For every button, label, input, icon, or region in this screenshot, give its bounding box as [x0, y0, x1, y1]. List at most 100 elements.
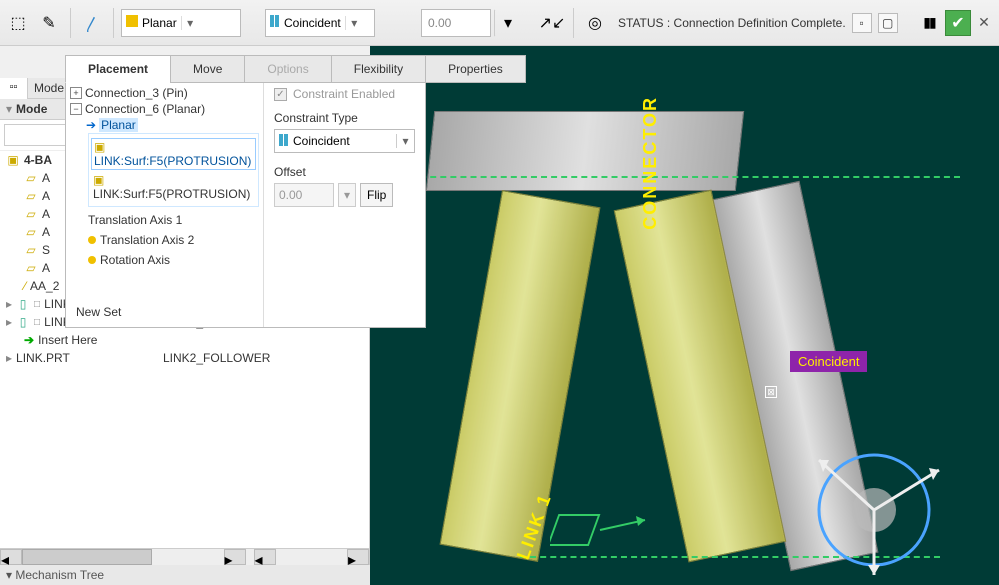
tree-tools-icon[interactable]: ▫▫ [0, 78, 28, 99]
collapse-icon[interactable]: − [70, 103, 82, 115]
3d-viewport[interactable]: CONNECTOR LINK 1 Coincident ⊠ [370, 46, 999, 585]
constraint-type-select[interactable]: Coincident ▾ [274, 129, 415, 153]
trans1-row[interactable]: Translation Axis 1 [88, 213, 259, 227]
link2-follower-label: LINK2_FOLLOWER [163, 351, 363, 365]
model-header-label: Mode [16, 102, 47, 116]
insert-arrow-icon: ➔ [24, 333, 34, 347]
status-text: STATUS : Connection Definition Complete. [618, 16, 846, 30]
checkbox-icon: ✓ [274, 88, 287, 101]
surf-icon: ▣ [93, 173, 104, 187]
new-set-button[interactable]: New Set [76, 305, 121, 319]
reference-list: ▣ LINK:Surf:F5(PROTRUSION) ▣ LINK:Surf:F… [88, 133, 259, 207]
root-label: 4-BA [24, 153, 52, 167]
trans2-row[interactable]: Translation Axis 2 [88, 233, 259, 247]
arrow-right-icon: ➔ [86, 118, 96, 132]
tab-move[interactable]: Move [170, 55, 245, 83]
datum-icon: ▱ [24, 261, 38, 275]
viewport-connector-label: CONNECTOR [640, 96, 661, 230]
constraint-type-dropdown[interactable]: Coincident ▾ [265, 9, 375, 37]
offset-dd-icon[interactable]: ▾ [494, 9, 522, 37]
tab-options: Options [244, 55, 331, 83]
scroll-left-icon-2[interactable]: ◂ [254, 549, 276, 565]
offset-value-input [274, 183, 334, 207]
tree-item-link2[interactable]: ▸ LINK.PRT LINK2_FOLLOWER [0, 349, 369, 367]
scroll-right-icon[interactable]: ▸ [224, 549, 246, 565]
rot-label: Rotation Axis [100, 253, 170, 267]
offset-heading: Offset [274, 165, 415, 179]
datum-icon: ▱ [24, 171, 38, 185]
datum-label: A [42, 171, 50, 185]
datum-icon: ▱ [24, 225, 38, 239]
datum-label: A [42, 261, 50, 275]
surf-icon: ▣ [94, 140, 105, 154]
pause-button[interactable]: ▮▮ [915, 9, 943, 37]
coincident-tag-text: Coincident [798, 354, 859, 369]
datum-label: A [42, 207, 50, 221]
status-panel-icon[interactable]: ▢ [878, 13, 898, 33]
constraint-type-value: Coincident [293, 134, 350, 148]
conn6-row[interactable]: − Connection_6 (Planar) [70, 101, 259, 117]
coincident-tag: Coincident [790, 351, 867, 372]
trans1-label: Translation Axis 1 [88, 213, 182, 227]
offset-input[interactable] [421, 9, 491, 37]
tab-properties[interactable]: Properties [425, 55, 526, 83]
rot-row[interactable]: Rotation Axis [88, 253, 259, 267]
aa2-left: AA_2 [30, 279, 59, 293]
collapse-icon: ▾ [6, 568, 12, 582]
mechanism-tree-header[interactable]: ▾ Mechanism Tree [0, 564, 370, 585]
datum-label: A [42, 225, 50, 239]
tree-hscroll[interactable]: ◂ ▸ ◂ ▸ [0, 548, 369, 565]
constraint-enabled-label: Constraint Enabled [293, 87, 395, 101]
status-bar: STATUS : Connection Definition Complete.… [612, 13, 912, 33]
tool-sketch-icon[interactable]: ✎ [35, 9, 63, 37]
tree-item-insert[interactable]: ➔ Insert Here [0, 331, 369, 349]
chevron-down-icon: ▾ [338, 183, 356, 207]
conn3-label: Connection_3 (Pin) [85, 86, 188, 100]
constraint-type-heading: Constraint Type [274, 111, 415, 125]
tool-record-icon[interactable]: ⬚ [4, 9, 32, 37]
dot-icon [88, 256, 96, 264]
surf-ref-2[interactable]: ▣ LINK:Surf:F5(PROTRUSION) [91, 172, 256, 202]
rotation-gizmo[interactable] [789, 430, 959, 580]
linkprt-label-3: LINK.PRT [16, 351, 70, 365]
expand-icon[interactable]: + [70, 87, 82, 99]
planar-label: Planar [99, 118, 138, 132]
planar-icon [126, 15, 138, 30]
surf2-label: LINK:Surf:F5(PROTRUSION) [93, 187, 250, 201]
flip-orientation-icon[interactable]: ↗↙ [538, 9, 566, 37]
tab-flexibility[interactable]: Flexibility [331, 55, 426, 83]
new-set-label: New Set [76, 305, 121, 319]
chevron-down-icon: ▾ [396, 134, 414, 148]
conn3-row[interactable]: + Connection_3 (Pin) [70, 85, 259, 101]
insert-here-label: Insert Here [38, 333, 97, 347]
main-toolbar: ⬚ ✎ 〳 Planar ▾ Coincident ▾ ▾ ↗↙ ◎ STATU… [0, 0, 999, 46]
coincident-icon [279, 134, 289, 149]
surf-ref-1[interactable]: ▣ LINK:Surf:F5(PROTRUSION) [91, 138, 256, 170]
conn6-label: Connection_6 (Planar) [85, 102, 205, 116]
constraint-set-dropdown[interactable]: Planar ▾ [121, 9, 241, 37]
scroll-right-icon-2[interactable]: ▸ [347, 549, 369, 565]
lock-marker-icon: ⊠ [765, 386, 777, 398]
flip-button[interactable]: Flip [360, 183, 393, 207]
ok-button[interactable]: ✔ [945, 10, 971, 36]
constraint-enabled-checkbox: ✓ Constraint Enabled [274, 87, 415, 101]
tool-graph-icon[interactable]: 〳 [78, 9, 106, 37]
trans2-label: Translation Axis 2 [100, 233, 194, 247]
datum-icon: ▱ [24, 207, 38, 221]
status-window-icon[interactable]: ▫ [852, 13, 872, 33]
datum-label: S [42, 243, 50, 257]
target-icon[interactable]: ◎ [581, 9, 609, 37]
constraint-set-label: Planar [142, 16, 177, 30]
planar-row[interactable]: ➔ Planar [86, 117, 259, 133]
scroll-left-icon[interactable]: ◂ [0, 549, 22, 565]
cancel-button[interactable]: ✕ [973, 12, 995, 34]
surf1-label: LINK:Surf:F5(PROTRUSION) [94, 154, 251, 168]
tab-placement[interactable]: Placement [65, 55, 171, 83]
datum-label: A [42, 189, 50, 203]
chevron-down-icon: ▾ [345, 16, 359, 30]
placement-panel: + Connection_3 (Pin) − Connection_6 (Pla… [65, 78, 426, 328]
translation-gizmo[interactable] [550, 485, 650, 565]
scroll-thumb[interactable] [22, 549, 152, 565]
chevron-down-icon: ▾ [181, 16, 195, 30]
constraint-type-label: Coincident [284, 16, 341, 30]
